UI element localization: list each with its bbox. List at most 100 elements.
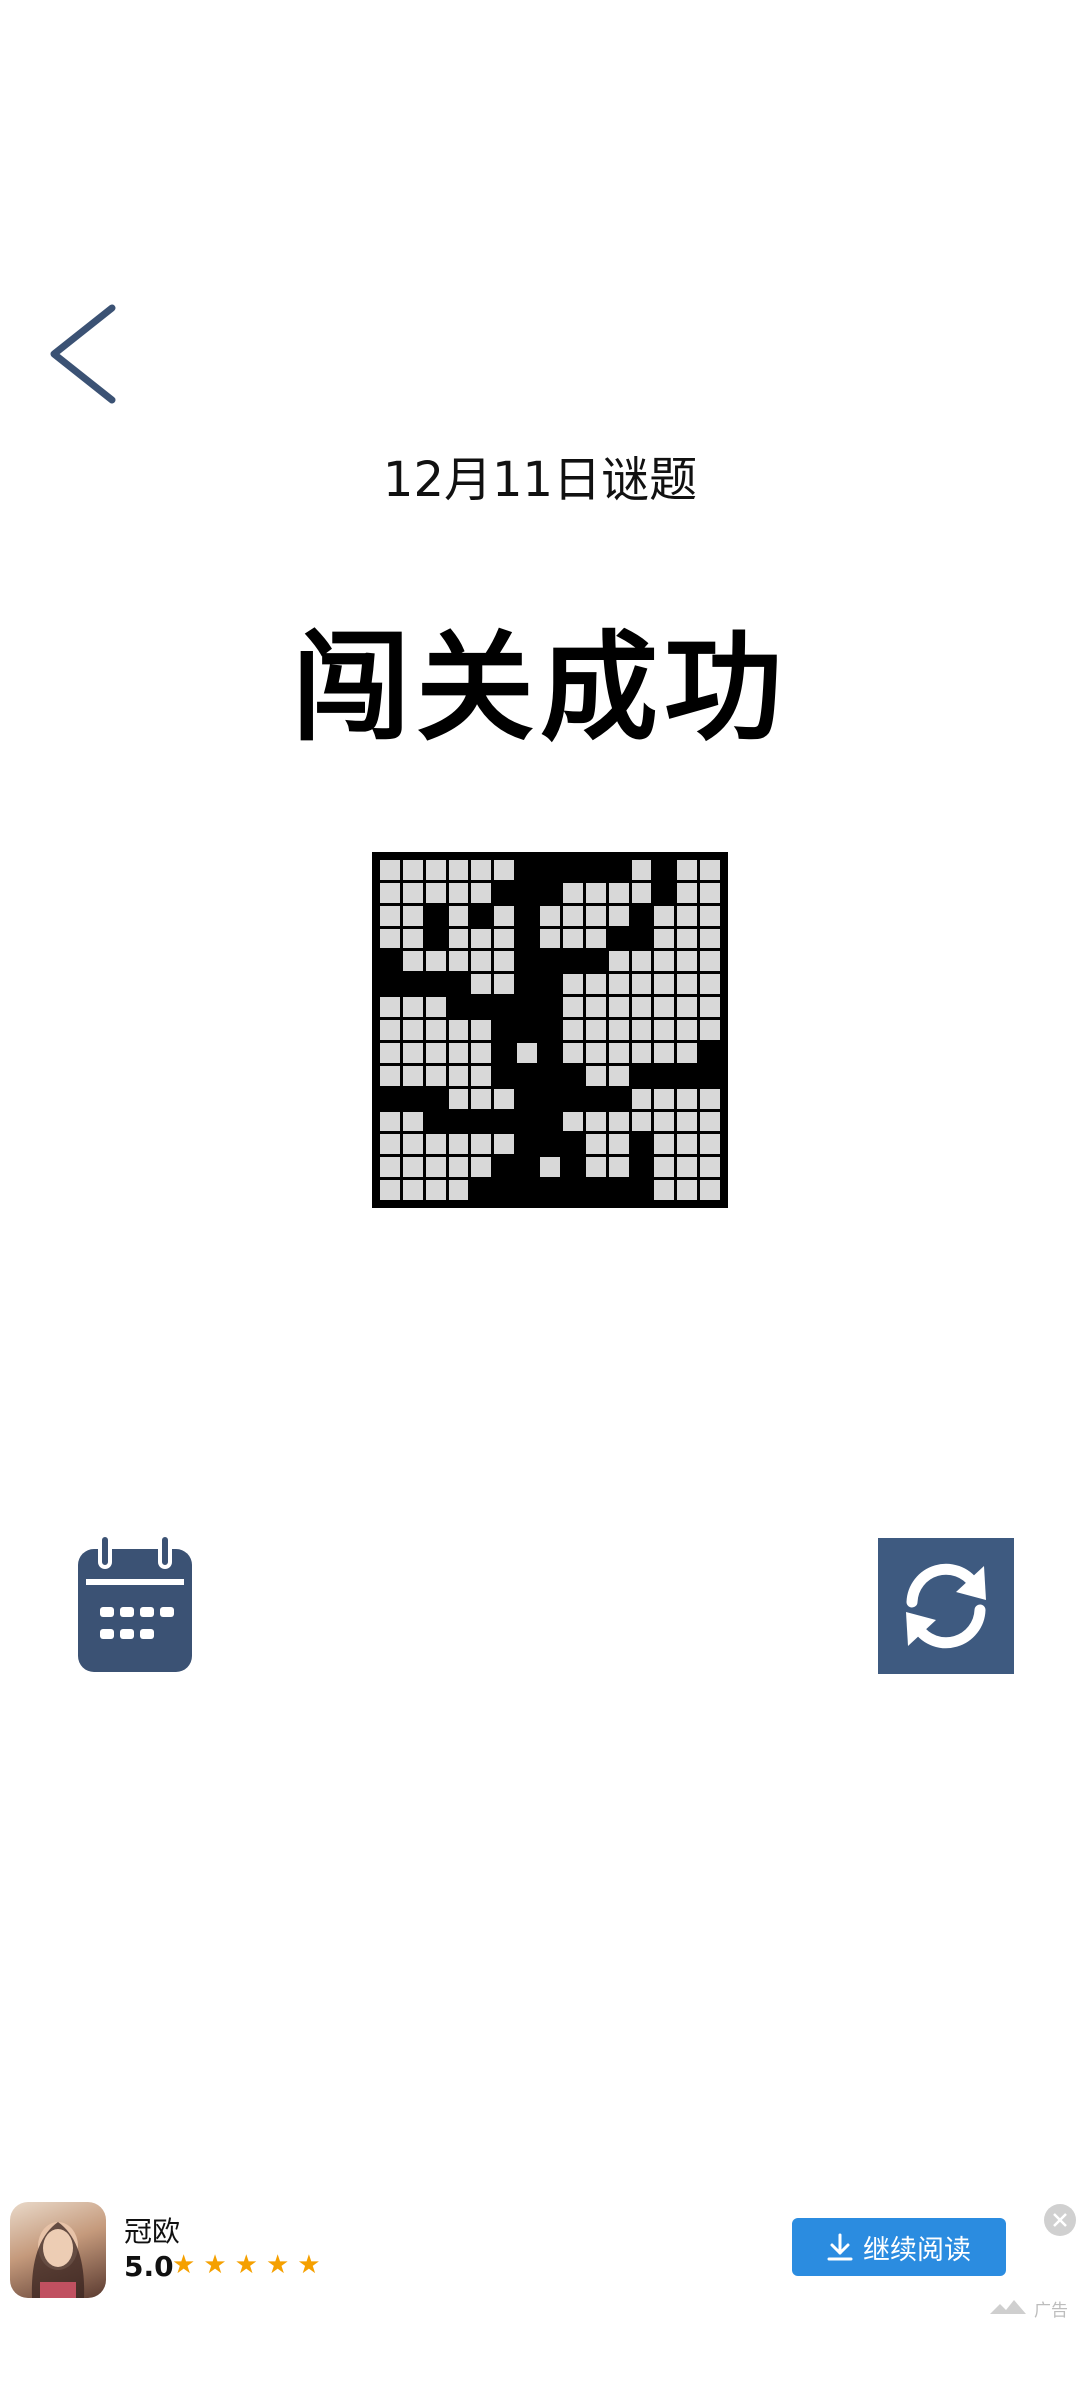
grid-cell-empty [425,1065,446,1086]
grid-cell-filled [494,997,515,1018]
ad-app-name: 冠欧 [124,2215,181,2248]
grid-cell-empty [700,951,720,972]
grid-cell-filled [494,882,515,903]
grid-cell-empty [425,1157,446,1178]
grid-cell-filled [471,1111,492,1132]
refresh-button[interactable] [878,1538,1014,1674]
grid-cell-empty [517,1042,538,1063]
grid-cell-filled [631,1157,652,1178]
grid-cell-empty [380,882,400,903]
grid-cell-empty [448,860,469,880]
continue-reading-button[interactable]: 继续阅读 [792,2218,1006,2276]
calendar-button[interactable] [78,1533,192,1672]
grid-cell-filled [517,860,538,880]
grid-cell-filled [585,860,606,880]
grid-cell-empty [540,928,560,949]
grid-cell-filled [585,1088,606,1109]
grid-cell-empty [494,860,515,880]
grid-cell-empty [540,1157,560,1178]
close-icon [1053,2213,1067,2227]
grid-cell-filled [654,1065,675,1086]
grid-cell-empty [631,1111,652,1132]
grid-cell-filled [517,997,538,1018]
grid-cell-empty [562,1111,583,1132]
ad-close-button[interactable] [1044,2204,1076,2236]
grid-cell-empty [677,951,698,972]
grid-cell-empty [677,882,698,903]
grid-cell-empty [471,1088,492,1109]
grid-cell-empty [471,1042,492,1063]
grid-cell-empty [677,1088,698,1109]
grid-cell-filled [425,905,446,926]
grid-cell-filled [380,974,400,995]
grid-cell-empty [654,1180,675,1200]
grid-cell-filled [494,1042,515,1063]
grid-cell-filled [517,1180,538,1200]
grid-cell-empty [494,974,515,995]
grid-cell-filled [517,1065,538,1086]
grid-cell-empty [631,860,652,880]
grid-cell-empty [402,1020,423,1040]
grid-cell-empty [677,1042,698,1063]
grid-cell-empty [562,928,583,949]
grid-cell-empty [380,860,400,880]
grid-cell-empty [425,1020,446,1040]
grid-cell-empty [448,882,469,903]
grid-cell-empty [402,860,423,880]
grid-cell-empty [631,882,652,903]
grid-cell-empty [677,905,698,926]
grid-cell-empty [448,1065,469,1086]
grid-cell-empty [677,860,698,880]
grid-cell-empty [585,974,606,995]
puzzle-date-title: 12月11日谜题 [382,452,698,508]
grid-cell-filled [631,905,652,926]
grid-cell-filled [494,1157,515,1178]
puzzle-grid [372,852,728,1208]
grid-cell-filled [562,860,583,880]
grid-cell-filled [517,1157,538,1178]
star-icon: ★ [203,2250,227,2280]
grid-cell-filled [585,951,606,972]
grid-cell-empty [677,1020,698,1040]
grid-cell-filled [517,1134,538,1155]
grid-cell-empty [562,905,583,926]
grid-cell-empty [585,1020,606,1040]
grid-cell-empty [700,860,720,880]
grid-cell-empty [654,1157,675,1178]
ad-app-avatar[interactable] [10,2202,106,2298]
grid-cell-filled [700,1065,720,1086]
grid-cell-empty [402,997,423,1018]
grid-cell-empty [631,1088,652,1109]
grid-cell-empty [654,997,675,1018]
grid-cell-filled [654,882,675,903]
grid-cell-filled [540,1180,560,1200]
back-button[interactable] [40,300,130,410]
grid-cell-empty [700,1134,720,1155]
grid-cell-empty [654,928,675,949]
grid-cell-empty [631,1042,652,1063]
grid-cell-empty [700,1020,720,1040]
grid-cell-empty [448,1088,469,1109]
star-icon: ★ [172,2250,196,2280]
grid-cell-empty [494,951,515,972]
grid-cell-empty [448,1157,469,1178]
star-icon: ★ [265,2250,290,2280]
star-icon: ★ [297,2250,321,2280]
grid-cell-empty [654,951,675,972]
ad-label: 广告 [1034,2301,1068,2321]
grid-cell-empty [654,974,675,995]
grid-cell-empty [608,1157,629,1178]
grid-cell-filled [631,928,652,949]
grid-cell-filled [654,860,675,880]
grid-cell-empty [471,951,492,972]
grid-cell-filled [540,860,560,880]
grid-cell-empty [402,1180,423,1200]
grid-cell-empty [700,928,720,949]
grid-cell-empty [608,1111,629,1132]
grid-cell-empty [700,905,720,926]
grid-cell-empty [631,974,652,995]
grid-cell-empty [448,951,469,972]
grid-cell-filled [448,974,469,995]
grid-cell-empty [471,1065,492,1086]
grid-cell-empty [700,882,720,903]
